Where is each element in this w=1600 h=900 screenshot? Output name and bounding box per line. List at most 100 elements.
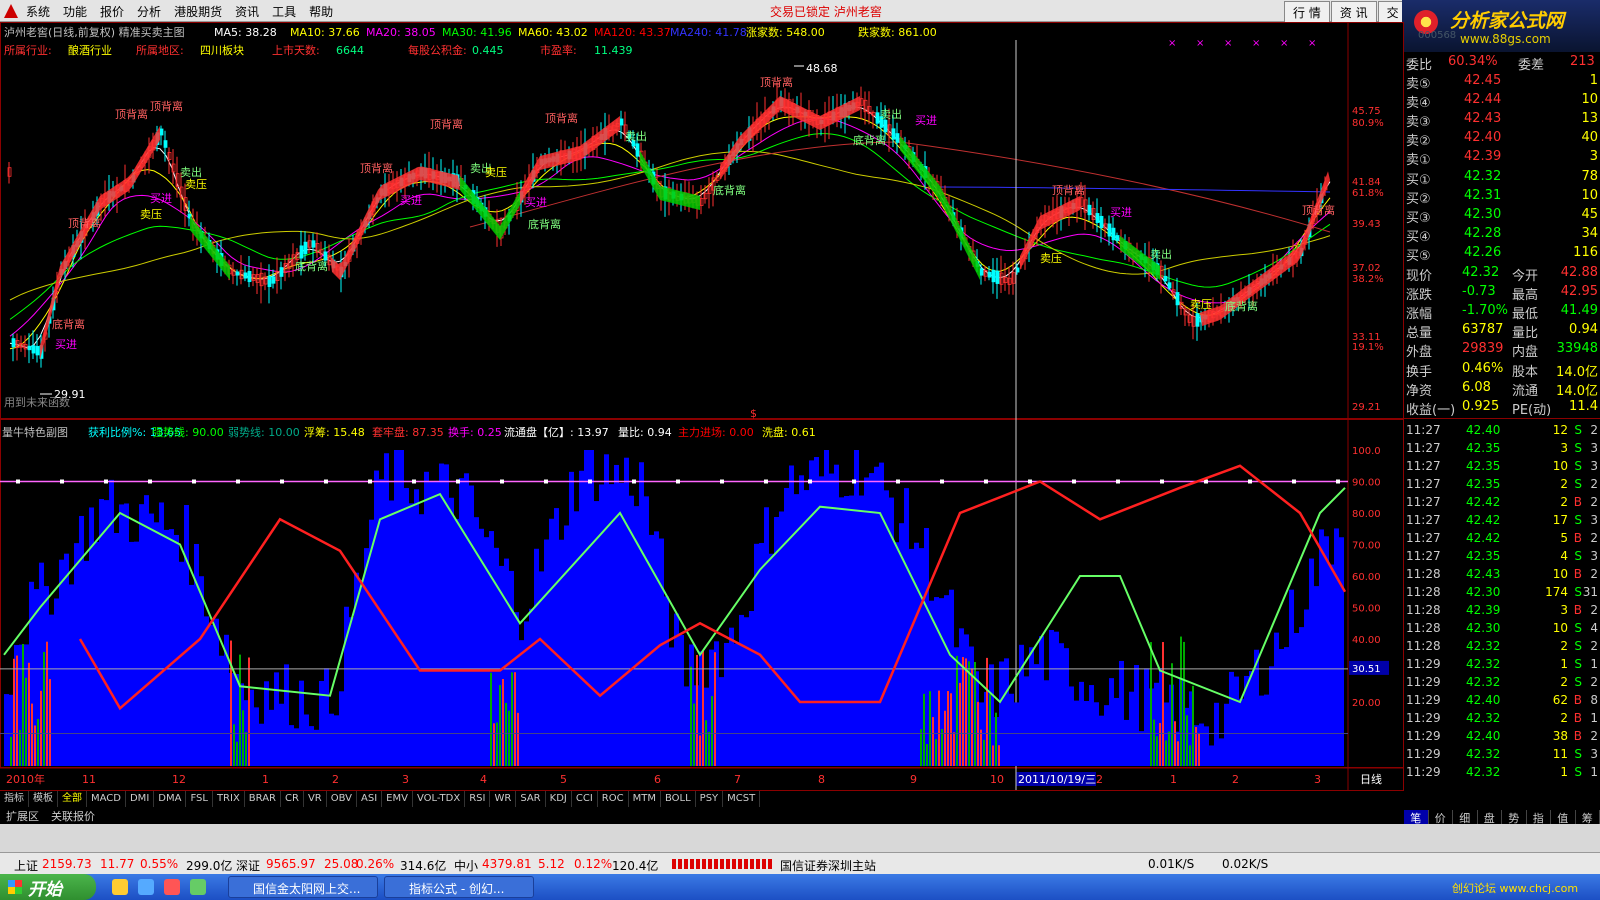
indicator-tab-全部[interactable]: 全部	[58, 791, 87, 807]
period-label: 日线	[1360, 772, 1382, 786]
indicator-tabs: 指标 模板 全部 MACD DMI DMA FSL TRIX BRAR CR VR OBV ASI EMV…	[0, 790, 1404, 807]
indicator-tab-emv[interactable]: EMV	[382, 791, 413, 807]
profit-bar	[1054, 631, 1059, 766]
tick-price: 42.32	[1466, 711, 1501, 725]
price-axis-label: 29.21	[1352, 402, 1381, 413]
volume-spike	[983, 739, 985, 766]
tab-related-quote[interactable]: 关联报价	[45, 808, 101, 824]
strong-line-dot	[192, 479, 196, 484]
indicator-tab-cr[interactable]: CR	[281, 791, 304, 807]
task-formula-app[interactable]: 指标公式 - 创幻...	[384, 876, 534, 898]
candle-body	[235, 271, 240, 276]
indicator-tab-mtm[interactable]: MTM	[629, 791, 661, 807]
profit-bar	[739, 614, 744, 766]
menu-analysis[interactable]: 分析	[135, 3, 172, 20]
tab-info[interactable]: 资 讯	[1330, 1, 1377, 24]
indicator-tab-dmi[interactable]: DMI	[126, 791, 155, 807]
browser-icon[interactable]	[190, 879, 206, 895]
tick-price: 42.35	[1466, 441, 1501, 455]
indicator-tab-psy[interactable]: PSY	[696, 791, 724, 807]
profit-bar	[664, 596, 669, 766]
explorer-icon[interactable]	[138, 879, 154, 895]
volume-spike	[929, 691, 931, 766]
signal-label: 顶背离	[68, 216, 101, 230]
bid-row: 买③ 42.30 45	[1404, 206, 1600, 226]
sub-header-item: 浮筹: 15.48	[304, 425, 365, 439]
tick-count: 3	[1590, 441, 1598, 455]
menu-news[interactable]: 资讯	[233, 3, 270, 20]
tick-time: 11:29	[1406, 693, 1441, 707]
indicator-tab-macd[interactable]: MACD	[87, 791, 126, 807]
profit-bar	[1034, 664, 1039, 766]
candle-body	[31, 345, 36, 354]
indicator-tab-brar[interactable]: BRAR	[245, 791, 281, 807]
stat-value: 42.95	[1560, 284, 1598, 299]
tab-extension-area[interactable]: 扩展区	[0, 808, 45, 824]
indicator-tab-mcst[interactable]: MCST	[723, 791, 761, 807]
profit-bar	[1044, 680, 1049, 766]
trend-ribbon	[520, 116, 620, 205]
menu-help[interactable]: 帮助	[307, 3, 344, 20]
menu-system[interactable]: 系统	[24, 3, 61, 20]
profit-bar	[1099, 715, 1104, 766]
signal-label: 买进	[1110, 206, 1132, 219]
profit-bar	[1259, 695, 1264, 766]
indicator-tab-vol-tdx[interactable]: VOL-TDX	[413, 791, 466, 807]
tick-direction: S	[1574, 459, 1582, 473]
indicator-tab-asi[interactable]: ASI	[357, 791, 383, 807]
profit-bar	[799, 475, 804, 766]
indicator-tab-模板[interactable]: 模板	[29, 791, 58, 807]
start-button[interactable]: 开始	[0, 874, 96, 900]
candle-body	[979, 268, 984, 276]
indicator-tab-roc[interactable]: ROC	[598, 791, 629, 807]
tab-market[interactable]: 行 情	[1284, 1, 1330, 24]
menu-hk-futures[interactable]: 港股期货	[172, 3, 233, 20]
task-formula-label: 指标公式 - 创幻...	[409, 882, 505, 896]
volume-spike	[1168, 731, 1170, 766]
stat-value: 42.32	[1462, 265, 1500, 280]
market-bar-icon	[672, 859, 772, 869]
indicator-tab-obv[interactable]: OBV	[327, 791, 357, 807]
chart-area[interactable]: 泸州老窖(日线,前复权) 精准买卖主图 MA5: 38.28 MA10: 37.66…	[0, 22, 1404, 804]
time-axis-label: 10	[990, 773, 1004, 786]
sub-header-item: 套牢盘: 87.35	[372, 425, 444, 439]
strong-line-dot	[984, 479, 988, 484]
indicator-tab-rsi[interactable]: RSI	[465, 791, 491, 807]
profit-bar	[619, 483, 624, 766]
stat-label: 内盘	[1512, 345, 1539, 360]
status-item: 0.01K/S	[1148, 857, 1195, 871]
indicator-tab-kdj[interactable]: KDJ	[546, 791, 572, 807]
indicator-tab-fsl[interactable]: FSL	[186, 791, 213, 807]
media-icon[interactable]	[164, 879, 180, 895]
indicator-tab-指标[interactable]: 指标	[0, 791, 29, 807]
main-header2-value: 酿酒行业	[68, 43, 112, 57]
profit-bar	[599, 484, 604, 766]
menu-quote[interactable]: 报价	[98, 3, 135, 20]
indicator-tab-sar[interactable]: SAR	[516, 791, 546, 807]
show-desktop-icon[interactable]	[112, 879, 128, 895]
indicator-tab-boll[interactable]: BOLL	[661, 791, 696, 807]
indicator-tab-vr[interactable]: VR	[304, 791, 327, 807]
trend-ribbon	[190, 216, 230, 280]
menu-tools[interactable]: 工具	[270, 3, 307, 20]
indicator-tab-wr[interactable]: WR	[490, 791, 517, 807]
indicator-tab-dma[interactable]: DMA	[154, 791, 187, 807]
profit-bar	[4, 694, 9, 766]
indicator-tab-cci[interactable]: CCI	[572, 791, 598, 807]
volume-spike	[34, 725, 36, 766]
task-trading-app[interactable]: 国信金太阳网上交...	[228, 876, 378, 898]
brand-code: 000568	[1418, 30, 1457, 41]
bid-label: 买②	[1406, 192, 1431, 207]
chart-canvas[interactable]: 泸州老窖(日线,前复权) 精准买卖主图 MA5: 38.28 MA10: 37.66…	[0, 22, 1404, 804]
trend-ribbon	[900, 136, 980, 280]
status-item: 国信证券深圳主站	[780, 859, 877, 873]
indicator-tab-trix[interactable]: TRIX	[213, 791, 245, 807]
profit-bar	[389, 500, 394, 766]
volume-spike	[505, 702, 507, 766]
profit-bar	[279, 703, 284, 766]
menu-function[interactable]: 功能	[61, 3, 98, 20]
top-tabs: 行 情 资 讯 交	[1284, 1, 1409, 24]
signal-label: 顶背离	[360, 161, 393, 175]
stat-value: 0.925	[1462, 399, 1500, 414]
tick-direction: S	[1574, 477, 1582, 491]
